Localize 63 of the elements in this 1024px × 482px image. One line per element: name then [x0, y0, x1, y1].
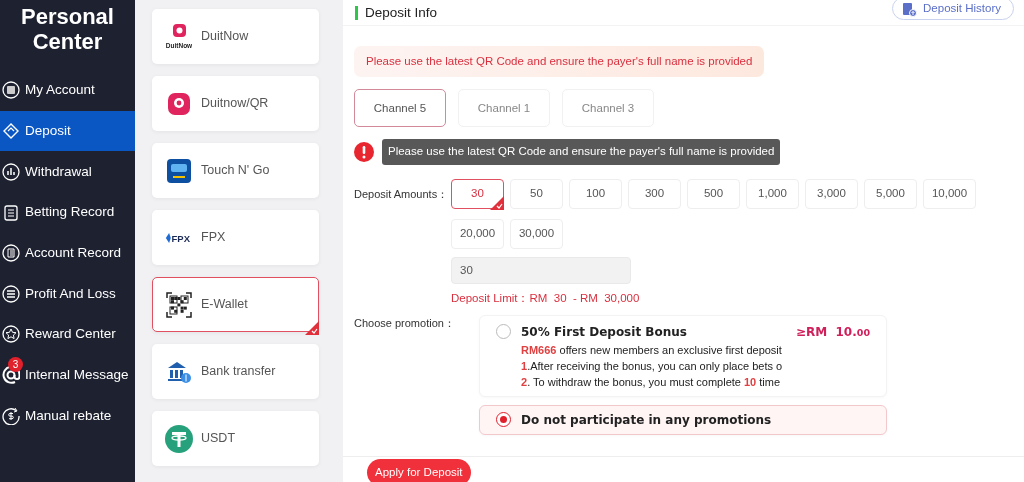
- promotion-title: Do not participate in any promotions: [521, 411, 772, 429]
- tooltip: Please use the latest QR Code and ensure the payer's full name is provided: [382, 139, 781, 165]
- promotion-option[interactable]: 50% First Deposit Bonus ≥RM 10.00 RM666 offers new members an exclusive first deposit 1.After receiving the bonus, you can only place bets o 2. To withdraw the bonus, you must complete 10 time: [479, 314, 887, 397]
- deposit-history-button[interactable]: Deposit History: [892, 0, 1014, 21]
- field-label: Choose promotion：: [354, 315, 456, 331]
- amount-option[interactable]: 3,000: [805, 178, 858, 209]
- clipboard-icon: [2, 203, 20, 222]
- radio-button[interactable]: [496, 323, 511, 339]
- payment-method-card[interactable]: USDT: [152, 411, 319, 466]
- sidebar-item[interactable]: Withdrawal: [0, 151, 135, 193]
- amount-option[interactable]: 30,000: [510, 218, 563, 249]
- apply-deposit-button[interactable]: Apply for Deposit: [367, 459, 471, 482]
- promotion-title: 50% First Deposit Bonus: [521, 323, 687, 341]
- amount-option[interactable]: 100: [569, 178, 622, 209]
- wallet-icon: [2, 81, 20, 100]
- promotion-description: RM666 offers new members an exclusive first deposit: [521, 343, 783, 357]
- sidebar-item[interactable]: Deposit: [0, 110, 135, 152]
- promotion-amount: ≥RM 10.00: [795, 323, 870, 341]
- amount-option[interactable]: 1,000: [746, 178, 799, 209]
- list-icon: [2, 284, 20, 303]
- promotion-description: 1.After receiving the bonus, you can only place bets o: [521, 359, 784, 373]
- payment-method-card[interactable]: FPX FPX: [152, 210, 319, 265]
- sidebar-title: Personal Center: [20, 3, 115, 56]
- bar-chart-icon: [2, 162, 20, 181]
- promotion-description: 2. To withdraw the bonus, you must complete 10 time: [521, 375, 782, 389]
- radio-button[interactable]: [496, 411, 511, 427]
- check-corner-icon: [490, 194, 504, 209]
- at-sign-icon: [2, 366, 20, 385]
- amount-option[interactable]: 500: [687, 178, 740, 209]
- sidebar-item[interactable]: Manual rebate: [0, 395, 135, 437]
- payment-method-card[interactable]: Duitnow/QR: [152, 76, 319, 131]
- amount-option[interactable]: 10,000: [923, 178, 976, 209]
- ticket-icon: [2, 122, 20, 141]
- amount-option[interactable]: 20,000: [451, 218, 504, 249]
- amount-option[interactable]: 5,000: [864, 178, 917, 209]
- amount-option[interactable]: 30: [451, 178, 504, 209]
- payment-method-card[interactable]: E-Wallet: [152, 277, 319, 332]
- payment-method-card[interactable]: Touch N' Go: [152, 143, 319, 198]
- promotion-option[interactable]: Do not participate in any promotions: [479, 404, 887, 435]
- sidebar-item[interactable]: Profit And Loss: [0, 273, 135, 315]
- channel-tab[interactable]: Channel 5: [354, 89, 446, 128]
- unread-badge: 3: [8, 356, 23, 372]
- deposit-limit-text: Deposit Limit：RM 30 - RM 30,000: [451, 290, 641, 306]
- sidebar-item[interactable]: Betting Record: [0, 192, 135, 233]
- field-label: Deposit Amounts：: [354, 186, 450, 202]
- amount-option[interactable]: 50: [510, 178, 563, 209]
- payment-method-card[interactable]: Bank transfer: [152, 344, 319, 399]
- qr-code-icon: [165, 290, 193, 319]
- channel-tab[interactable]: Channel 1: [458, 89, 550, 128]
- sidebar-item[interactable]: Internal Message 3: [0, 354, 135, 396]
- coin-icon: [165, 424, 193, 453]
- sidebar-item[interactable]: Account Record: [0, 232, 135, 274]
- sidebar-item[interactable]: Reward Center: [0, 314, 135, 355]
- channel-tab[interactable]: Channel 3: [562, 89, 654, 128]
- section-title: Deposit Info: [355, 5, 438, 20]
- notice-banner: Please use the latest QR Code and ensure the payer's full name is provided: [354, 46, 765, 78]
- sidebar-item[interactable]: My Account: [0, 70, 135, 111]
- book-icon: [2, 244, 20, 263]
- amount-field[interactable]: 30: [451, 256, 631, 284]
- clipboard-icon: [901, 0, 918, 17]
- amount-option[interactable]: 300: [628, 178, 681, 209]
- warning-icon: [354, 141, 374, 162]
- dollar-cycle-icon: [2, 406, 20, 425]
